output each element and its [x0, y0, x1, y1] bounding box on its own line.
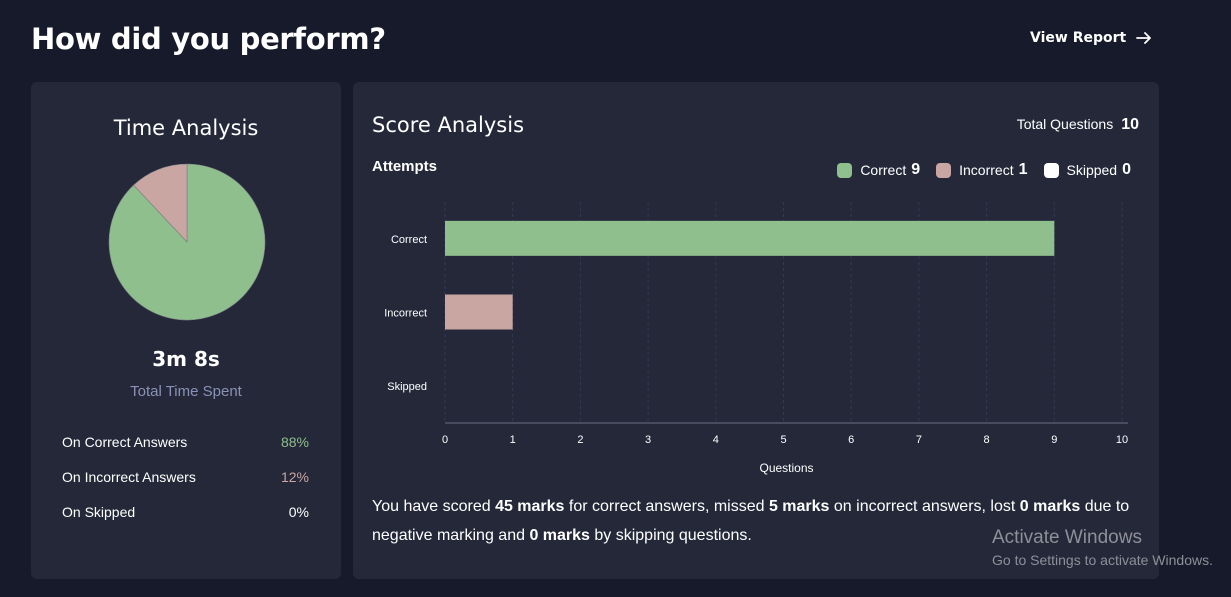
x-tick-label: 1 — [510, 434, 516, 446]
y-tick-label: Incorrect — [384, 308, 427, 320]
summary-text: for correct answers, missed — [564, 498, 769, 515]
time-row-label: On Correct Answers — [62, 434, 188, 450]
time-row-correct: On Correct Answers 88% — [62, 434, 309, 450]
time-pie-chart — [108, 163, 266, 321]
page-title: How did you perform? — [31, 22, 386, 56]
time-row-value: 88% — [280, 434, 309, 450]
x-tick-label: 3 — [645, 434, 651, 446]
x-tick-label: 10 — [1116, 434, 1128, 446]
time-analysis-title: Time Analysis — [113, 116, 259, 140]
time-row-label: On Incorrect Answers — [62, 469, 196, 485]
bar-correct[interactable] — [445, 220, 1055, 256]
summary-text: by skipping questions. — [589, 527, 752, 544]
view-report-label: View Report — [1030, 30, 1127, 46]
summary-text: You have scored — [372, 498, 496, 515]
score-analysis-card: Score Analysis Total Questions 10 Attemp… — [353, 82, 1159, 579]
time-row-skipped: On Skipped 0% — [62, 504, 309, 520]
x-tick-label: 5 — [780, 434, 786, 446]
summary-bold: 0 marks — [1019, 498, 1081, 515]
x-axis-label: Questions — [759, 461, 813, 475]
view-report-link[interactable]: View Report — [1030, 30, 1152, 46]
time-row-label: On Skipped — [62, 504, 136, 520]
performance-page: How did you perform? View Report Time An… — [0, 0, 1231, 597]
y-tick-label: Skipped — [387, 381, 427, 393]
summary-text: on incorrect answers, lost — [829, 498, 1020, 515]
x-tick-label: 6 — [848, 434, 854, 446]
y-tick-label: Correct — [391, 234, 427, 246]
summary-bold: 5 marks — [768, 498, 830, 515]
watermark-subtitle: Go to Settings to activate Windows. — [992, 552, 1213, 568]
time-analysis-card: Time Analysis 3m 8s Total Time Spent On … — [31, 82, 341, 579]
bar-incorrect[interactable] — [445, 294, 513, 330]
time-row-value: 12% — [280, 469, 309, 485]
x-tick-label: 7 — [916, 434, 922, 446]
watermark-title: Activate Windows — [992, 527, 1142, 548]
x-tick-label: 2 — [577, 434, 583, 446]
x-tick-label: 4 — [713, 434, 719, 446]
time-row-incorrect: On Incorrect Answers 12% — [62, 469, 309, 485]
summary-bold: 45 marks — [495, 498, 565, 515]
arrow-right-icon — [1136, 32, 1152, 44]
total-time-label: Total Time Spent — [130, 383, 242, 400]
total-time-value: 3m 8s — [152, 347, 220, 371]
x-tick-label: 9 — [1051, 434, 1057, 446]
x-tick-label: 8 — [984, 434, 990, 446]
x-tick-label: 0 — [442, 434, 448, 446]
time-row-value: 0% — [288, 504, 309, 520]
attempts-bar-chart: Correct Incorrect Skipped 0 1 2 3 4 5 6 7 8 9 10 Quest… — [384, 202, 1128, 475]
summary-bold: 0 marks — [529, 527, 590, 544]
